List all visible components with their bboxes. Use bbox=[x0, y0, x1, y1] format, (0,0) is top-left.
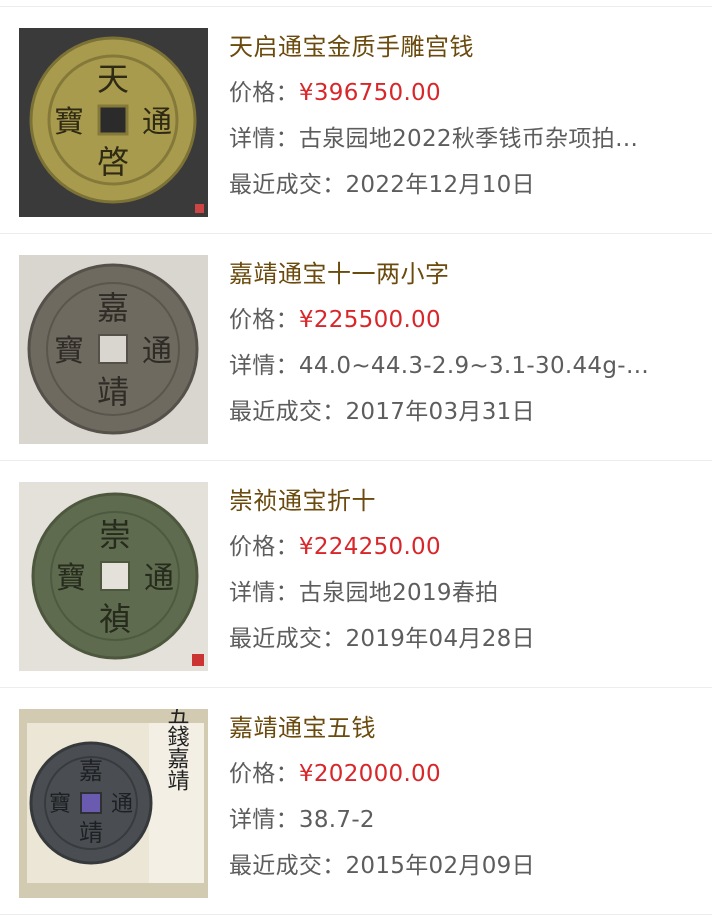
detail-row: 详情：38.7-2 bbox=[229, 802, 694, 838]
detail-label: 详情： bbox=[229, 580, 299, 606]
coin-image: 嘉 靖 寶 通 五錢嘉靖 bbox=[19, 709, 208, 898]
coin-char-top: 嘉 bbox=[79, 757, 103, 785]
recent-label: 最近成交： bbox=[229, 853, 346, 879]
coin-thumbnail[interactable]: 天 啓 寶 通 bbox=[19, 28, 208, 217]
item-info: 天启通宝金质手雕宫钱 价格：¥396750.00 详情：古泉园地2022秋季钱币… bbox=[229, 29, 699, 203]
item-info: 嘉靖通宝十一两小字 价格：¥225500.00 详情：44.0~44.3-2.9… bbox=[229, 256, 699, 430]
item-title[interactable]: 嘉靖通宝十一两小字 bbox=[229, 256, 699, 292]
recent-row: 最近成交：2017年03月31日 bbox=[229, 394, 699, 430]
list-item[interactable]: 嘉 靖 寶 通 嘉靖通宝十一两小字 价格：¥225500.00 详情：44.0~… bbox=[0, 234, 712, 461]
price-row: 价格：¥202000.00 bbox=[229, 756, 699, 792]
coin-char-bottom: 靖 bbox=[97, 373, 129, 411]
price-row: 价格：¥224250.00 bbox=[229, 529, 699, 565]
coin-char-right: 通 bbox=[142, 105, 172, 140]
price-value: ¥396750.00 bbox=[298, 80, 441, 106]
coin-char-left: 寶 bbox=[54, 105, 84, 140]
price-label: 价格： bbox=[229, 80, 299, 106]
coin-tag-label: 五錢嘉靖 bbox=[164, 709, 190, 791]
item-title[interactable]: 崇祯通宝折十 bbox=[229, 483, 699, 519]
recent-label: 最近成交： bbox=[229, 172, 346, 198]
detail-label: 详情： bbox=[229, 353, 299, 379]
price-row: 价格：¥396750.00 bbox=[229, 75, 699, 111]
price-label: 价格： bbox=[229, 761, 299, 787]
recent-row: 最近成交：2022年12月10日 bbox=[229, 167, 699, 203]
item-title[interactable]: 天启通宝金质手雕宫钱 bbox=[229, 29, 699, 65]
coin-char-top: 天 bbox=[97, 60, 129, 98]
recent-date: 2019年04月28日 bbox=[345, 626, 535, 652]
detail-label: 详情： bbox=[229, 807, 299, 833]
coin-char-bottom: 靖 bbox=[79, 819, 103, 847]
coin-thumbnail[interactable]: 嘉 靖 寶 通 五錢嘉靖 bbox=[19, 709, 208, 898]
detail-row: 详情：44.0~44.3-2.9~3.1-30.44g-… bbox=[229, 348, 694, 384]
coin-char-bottom: 啓 bbox=[97, 143, 129, 181]
list-item[interactable]: 嘉 靖 寶 通 五錢嘉靖 嘉靖通宝五钱 价格：¥202000.00 详情：38.… bbox=[0, 688, 712, 915]
item-title[interactable]: 嘉靖通宝五钱 bbox=[229, 710, 699, 746]
coin-char-right: 通 bbox=[111, 792, 133, 817]
coin-thumbnail[interactable]: 嘉 靖 寶 通 bbox=[19, 255, 208, 444]
detail-value: 古泉园地2019春拍 bbox=[298, 580, 499, 606]
item-info: 崇祯通宝折十 价格：¥224250.00 详情：古泉园地2019春拍 最近成交：… bbox=[229, 483, 699, 657]
coin-char-left: 寶 bbox=[56, 561, 86, 596]
price-row: 价格：¥225500.00 bbox=[229, 302, 699, 338]
detail-row: 详情：古泉园地2019春拍 bbox=[229, 575, 694, 611]
coin-char-top: 崇 bbox=[99, 516, 131, 554]
price-value: ¥225500.00 bbox=[298, 307, 441, 333]
detail-row: 详情：古泉园地2022秋季钱币杂项拍… bbox=[229, 121, 694, 157]
coin-char-bottom: 禎 bbox=[99, 600, 131, 638]
coin-image: 崇 禎 寶 通 bbox=[19, 482, 208, 671]
recent-row: 最近成交：2019年04月28日 bbox=[229, 621, 699, 657]
recent-date: 2017年03月31日 bbox=[345, 399, 535, 425]
recent-row: 最近成交：2015年02月09日 bbox=[229, 848, 699, 884]
coin-image: 天 啓 寶 通 bbox=[19, 28, 208, 217]
detail-value: 38.7-2 bbox=[298, 807, 375, 833]
recent-date: 2015年02月09日 bbox=[345, 853, 535, 879]
list-item[interactable]: 天 啓 寶 通 天启通宝金质手雕宫钱 价格：¥396750.00 详情：古泉园地… bbox=[0, 7, 712, 234]
coin-char-right: 通 bbox=[142, 334, 172, 369]
coin-image: 嘉 靖 寶 通 bbox=[19, 255, 208, 444]
detail-label: 详情： bbox=[229, 126, 299, 152]
recent-label: 最近成交： bbox=[229, 626, 346, 652]
list-item[interactable]: 崇 禎 寶 通 崇祯通宝折十 价格：¥224250.00 详情：古泉园地2019… bbox=[0, 461, 712, 688]
detail-value: 古泉园地2022秋季钱币杂项拍… bbox=[298, 126, 639, 152]
recent-label: 最近成交： bbox=[229, 399, 346, 425]
watermark-seal bbox=[195, 204, 204, 213]
coin-char-top: 嘉 bbox=[97, 289, 129, 327]
price-label: 价格： bbox=[229, 307, 299, 333]
coin-char-left: 寶 bbox=[49, 792, 71, 817]
price-value: ¥202000.00 bbox=[298, 761, 441, 787]
coin-thumbnail[interactable]: 崇 禎 寶 通 bbox=[19, 482, 208, 671]
item-info: 嘉靖通宝五钱 价格：¥202000.00 详情：38.7-2 最近成交：2015… bbox=[229, 710, 699, 884]
detail-value: 44.0~44.3-2.9~3.1-30.44g-… bbox=[298, 353, 650, 379]
price-value: ¥224250.00 bbox=[298, 534, 441, 560]
auction-result-list: 天 啓 寶 通 天启通宝金质手雕宫钱 价格：¥396750.00 详情：古泉园地… bbox=[0, 6, 712, 915]
coin-char-right: 通 bbox=[144, 561, 174, 596]
coin-char-left: 寶 bbox=[54, 334, 84, 369]
recent-date: 2022年12月10日 bbox=[345, 172, 535, 198]
price-label: 价格： bbox=[229, 534, 299, 560]
watermark-seal bbox=[192, 654, 204, 666]
